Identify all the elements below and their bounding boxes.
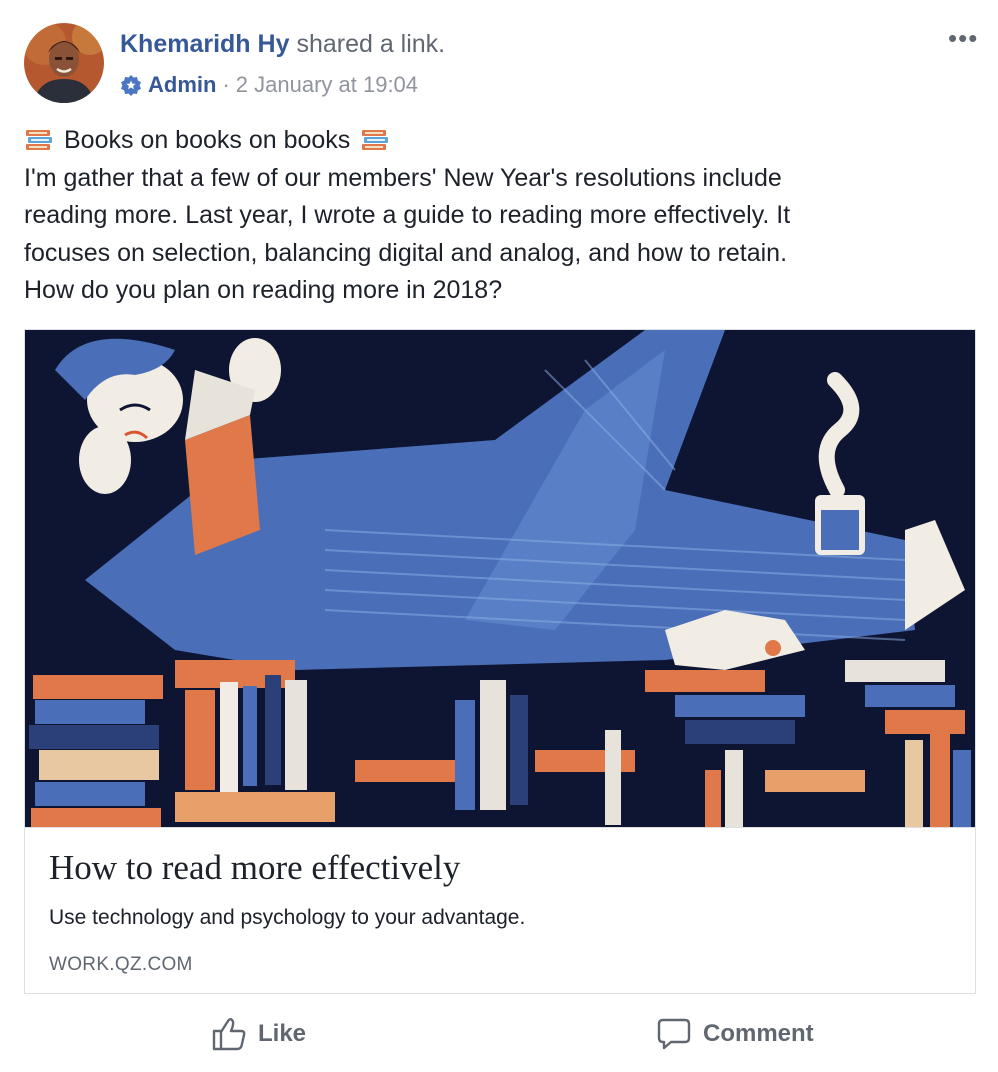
post-meta-line: Admin · 2 January at 19:04 [120, 72, 418, 98]
more-options-button[interactable]: ••• [948, 25, 988, 52]
author-avatar[interactable] [24, 23, 104, 103]
post-body-line: How do you plan on reading more in 2018? [24, 276, 503, 304]
feed-post: Khemaridh Hy shared a link. Admin · 2 Ja… [0, 0, 998, 1072]
post-body-line: I'm gather that a few of our members' Ne… [24, 163, 782, 192]
meta-separator: · [222, 72, 230, 97]
post-text: Books on books on books I'm gather that … [24, 122, 974, 310]
books-emoji-icon [26, 129, 52, 150]
link-preview-card[interactable]: How to read more effectively Use technol… [24, 329, 976, 994]
admin-role-label[interactable]: Admin [148, 72, 216, 98]
comment-bubble-icon [657, 1018, 691, 1050]
post-timestamp[interactable]: 2 January at 19:04 [236, 72, 418, 98]
post-header-line: Khemaridh Hy shared a link. [120, 30, 445, 59]
link-preview-text[interactable]: How to read more effectively Use technol… [25, 827, 975, 993]
link-title[interactable]: How to read more effectively [49, 848, 460, 888]
post-actions-bar: Like Comment [0, 1006, 998, 1066]
comment-label: Comment [703, 1020, 814, 1047]
post-body-line: reading more. Last year, I wrote a guide… [24, 201, 791, 229]
post-heading: Books on books on books [24, 122, 974, 160]
post-action-text: shared a link. [296, 30, 446, 58]
author-name-link[interactable]: Khemaridh Hy [120, 30, 289, 58]
post-heading-text: Books on books on books [64, 126, 351, 154]
link-description: Use technology and psychology to your ad… [49, 906, 526, 929]
like-label: Like [258, 1020, 307, 1047]
books-emoji-icon [362, 129, 389, 150]
link-preview-illustration[interactable] [25, 330, 975, 827]
thumbs-up-icon [212, 1018, 246, 1051]
comment-button[interactable]: Comment [655, 1012, 814, 1056]
like-button[interactable]: Like [210, 1012, 306, 1056]
link-domain: WORK.QZ.COM [49, 954, 193, 975]
more-icon: ••• [948, 23, 979, 53]
admin-badge-icon [121, 75, 141, 96]
post-body-line: focuses on selection, balancing digital … [24, 238, 788, 267]
